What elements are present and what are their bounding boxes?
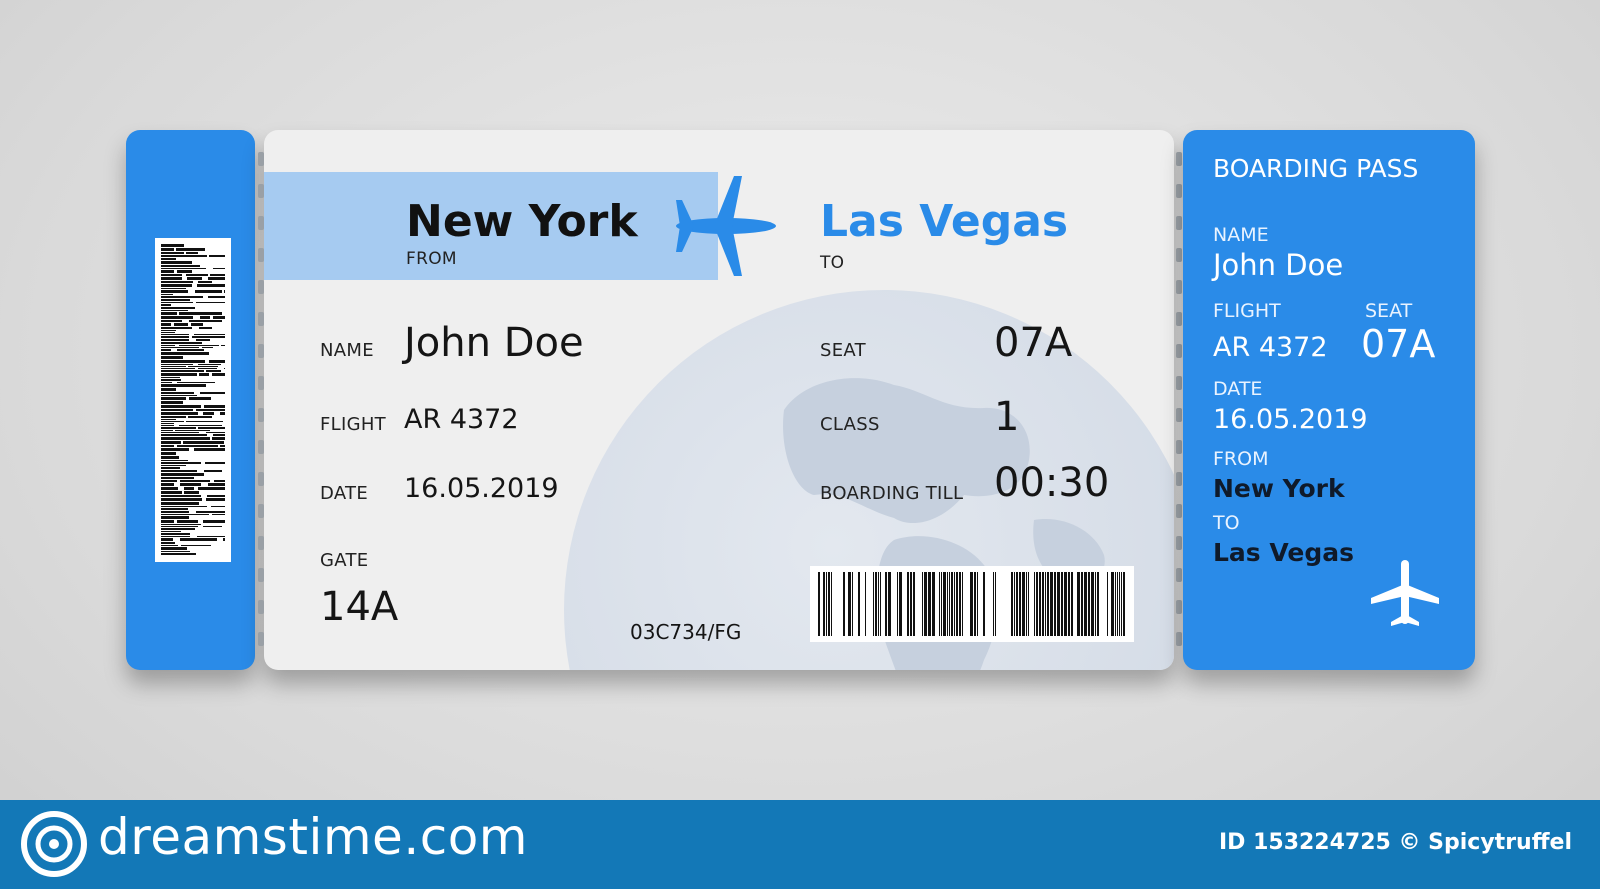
stub-name-label: NAME	[1213, 224, 1269, 246]
perforation-notch	[258, 504, 264, 518]
perforation-notch	[1176, 280, 1182, 294]
perforation-notch	[258, 632, 264, 646]
perforation-notch	[258, 312, 264, 326]
perforation-notch	[258, 248, 264, 262]
watermark-brand: dreamstime.com	[98, 808, 528, 866]
date-value: 16.05.2019	[404, 473, 559, 504]
class-value: 1	[994, 394, 1020, 440]
airplane-icon	[1371, 560, 1439, 626]
perforation-notch	[1176, 248, 1182, 262]
perforation-notch	[258, 184, 264, 198]
name-value: John Doe	[404, 320, 584, 366]
seat-value: 07A	[994, 320, 1073, 366]
watermark-bar: dreamstime.com ID 153224725 © Spicytruff…	[0, 800, 1600, 889]
flight-label: FLIGHT	[320, 414, 386, 435]
stub-date-label: DATE	[1213, 378, 1263, 400]
stub-name-value: John Doe	[1213, 248, 1344, 282]
to-label: TO	[820, 253, 845, 273]
perforation-notch	[1176, 536, 1182, 550]
perforation-notch	[1176, 184, 1182, 198]
date-label: DATE	[320, 483, 369, 504]
stub-from-value: New York	[1213, 474, 1345, 503]
perforation-notch	[258, 216, 264, 230]
from-label: FROM	[406, 249, 457, 269]
stub-date-value: 16.05.2019	[1213, 404, 1368, 435]
to-city: Las Vegas	[820, 196, 1069, 247]
from-city: New York	[406, 196, 638, 247]
perforation-notch	[258, 152, 264, 166]
main-ticket: New York FROM Las Vegas TO NAME John Doe…	[264, 130, 1174, 670]
perforation-notch	[1176, 312, 1182, 326]
perforation-notch	[258, 280, 264, 294]
perforation-notch	[1176, 504, 1182, 518]
perforation-notch	[1176, 408, 1182, 422]
perforation-notch	[1176, 632, 1182, 646]
perforation-notch	[258, 472, 264, 486]
name-label: NAME	[320, 340, 374, 361]
perforation-notch	[258, 600, 264, 614]
class-label: CLASS	[820, 414, 880, 435]
perforation-notch	[258, 568, 264, 582]
perforation-notch	[258, 344, 264, 358]
stub-to-label: TO	[1213, 512, 1240, 534]
perforation-notch	[1176, 152, 1182, 166]
stub-from-label: FROM	[1213, 448, 1269, 470]
seat-label: SEAT	[820, 340, 866, 361]
perforation-notch	[1176, 472, 1182, 486]
stub-to-value: Las Vegas	[1213, 538, 1354, 567]
stub-flight-value: AR 4372	[1213, 332, 1328, 363]
booking-code: 03C734/FG	[630, 620, 742, 644]
stub-seat-label: SEAT	[1365, 300, 1413, 322]
gate-label: GATE	[320, 550, 369, 571]
flight-value: AR 4372	[404, 404, 519, 435]
perforation-notch	[258, 440, 264, 454]
perforation-notch	[1176, 440, 1182, 454]
perforation-notch	[1176, 568, 1182, 582]
watermark-id: ID 153224725 © Spicytruffel	[1218, 830, 1572, 855]
perforation-notch	[1176, 600, 1182, 614]
stub-seat-value: 07A	[1361, 322, 1436, 366]
boarding-till-value: 00:30	[994, 460, 1110, 506]
perforation-notch	[258, 408, 264, 422]
perforation-notch	[258, 376, 264, 390]
gate-value: 14A	[320, 584, 399, 630]
boarding-pass-title: BOARDING PASS	[1213, 154, 1419, 183]
boarding-till-label: BOARDING TILL	[820, 483, 964, 504]
perforation-notch	[1176, 376, 1182, 390]
perforation-notch	[258, 536, 264, 550]
dreamstime-logo-icon	[21, 811, 87, 877]
airplane-icon	[676, 176, 776, 276]
horizontal-barcode	[810, 566, 1134, 642]
stub-flight-label: FLIGHT	[1213, 300, 1281, 322]
perforation-notch	[1176, 216, 1182, 230]
perforation-notch	[1176, 344, 1182, 358]
right-stub: BOARDING PASS NAME John Doe FLIGHT AR 43…	[1183, 130, 1475, 670]
vertical-barcode	[155, 238, 231, 562]
